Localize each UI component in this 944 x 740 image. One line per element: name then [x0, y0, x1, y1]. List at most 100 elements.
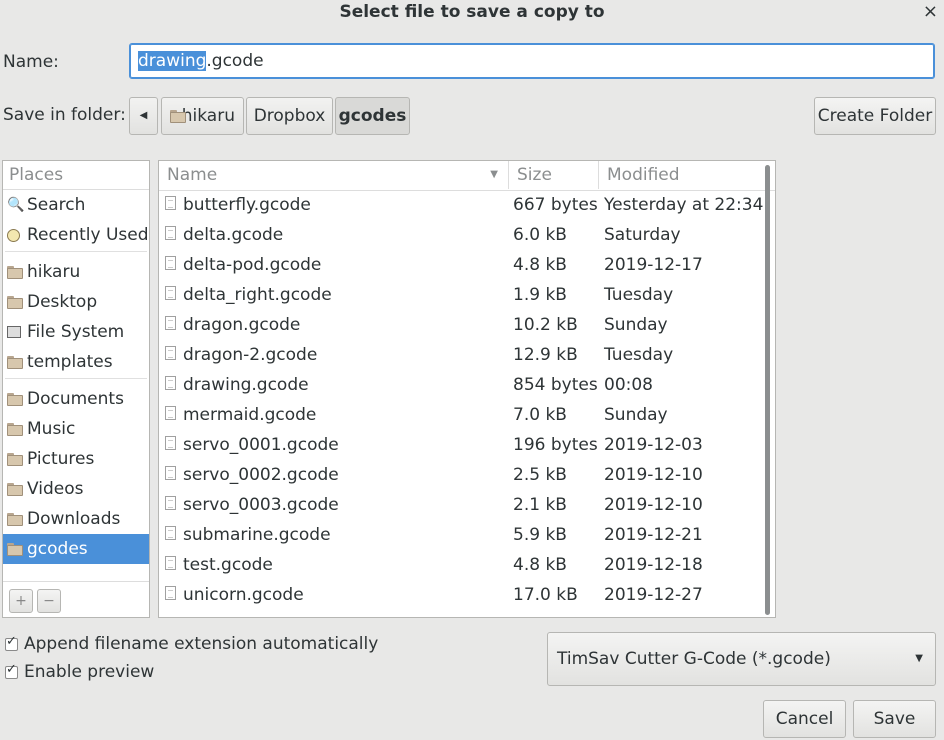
- file-modified: Sunday: [604, 405, 668, 425]
- file-row[interactable]: dragon-2.gcode 12.9 kB Tuesday: [159, 340, 764, 370]
- sidebar-item-desktop[interactable]: Desktop: [3, 287, 149, 317]
- sidebar-item-search[interactable]: 🔍 Search: [3, 190, 149, 220]
- file-name: servo_0002.gcode: [183, 465, 339, 485]
- file-icon: [165, 430, 184, 460]
- file-row[interactable]: drawing.gcode 854 bytes 00:08: [159, 370, 764, 400]
- file-icon: [165, 220, 184, 250]
- column-header-label: Size: [517, 165, 552, 185]
- file-row[interactable]: servo_0001.gcode 196 bytes 2019-12-03: [159, 430, 764, 460]
- file-icon: [165, 340, 184, 370]
- file-name: servo_0001.gcode: [183, 435, 339, 455]
- append-extension-checkbox[interactable]: Append filename extension automatically: [5, 634, 378, 654]
- sidebar-item-label: Desktop: [27, 292, 98, 312]
- file-row[interactable]: butterfly.gcode 667 bytes Yesterday at 22:…: [159, 190, 764, 220]
- file-icon: [165, 280, 184, 310]
- sidebar-item-gcodes[interactable]: gcodes: [3, 534, 149, 564]
- file-icon: [165, 490, 184, 520]
- sidebar-item-file-system[interactable]: File System: [3, 317, 149, 347]
- file-row[interactable]: dragon.gcode 10.2 kB Sunday: [159, 310, 764, 340]
- column-header-size[interactable]: Size: [509, 161, 599, 189]
- checkbox-checked-icon: [5, 634, 18, 651]
- file-row[interactable]: delta-pod.gcode 4.8 kB 2019-12-17: [159, 250, 764, 280]
- file-modified: Saturday: [604, 225, 681, 245]
- path-segment-hikaru[interactable]: hikaru: [161, 97, 244, 135]
- sidebar-item-recently-used[interactable]: Recently Used: [3, 220, 149, 250]
- checkbox-checked-icon: [5, 662, 18, 679]
- file-size: 196 bytes: [513, 435, 598, 455]
- folder-icon: [7, 542, 23, 556]
- file-rows: butterfly.gcode 667 bytes Yesterday at 22:…: [159, 190, 764, 617]
- file-modified: 2019-12-21: [604, 525, 703, 545]
- chevron-left-icon: ◀: [139, 110, 148, 121]
- file-icon: [165, 580, 184, 610]
- file-icon: [165, 190, 184, 220]
- drive-icon: [7, 326, 21, 338]
- path-segment-dropbox[interactable]: Dropbox: [246, 97, 333, 135]
- file-row[interactable]: servo_0003.gcode 2.1 kB 2019-12-10: [159, 490, 764, 520]
- file-row[interactable]: delta.gcode 6.0 kB Saturday: [159, 220, 764, 250]
- name-label: Name:: [3, 52, 59, 72]
- file-size: 10.2 kB: [513, 315, 578, 335]
- pictures-folder-icon: [7, 452, 23, 466]
- plus-icon: +: [15, 593, 27, 609]
- file-row[interactable]: delta_right.gcode 1.9 kB Tuesday: [159, 280, 764, 310]
- minus-icon: −: [43, 593, 55, 609]
- sidebar-item-documents[interactable]: Documents: [3, 384, 149, 414]
- file-row[interactable]: unicorn.gcode 17.0 kB 2019-12-27: [159, 580, 764, 610]
- folder-icon: [7, 392, 23, 406]
- sidebar-item-label: Downloads: [27, 509, 121, 529]
- sidebar-item-music[interactable]: Music: [3, 414, 149, 444]
- sidebar-item-hikaru[interactable]: hikaru: [3, 257, 149, 287]
- file-name: unicorn.gcode: [183, 585, 304, 605]
- file-row[interactable]: servo_0002.gcode 2.5 kB 2019-12-10: [159, 460, 764, 490]
- file-row[interactable]: mermaid.gcode 7.0 kB Sunday: [159, 400, 764, 430]
- path-back-button[interactable]: ◀: [129, 97, 158, 135]
- file-icon: [165, 550, 184, 580]
- file-modified: Tuesday: [604, 285, 674, 305]
- file-name: delta-pod.gcode: [183, 255, 322, 275]
- create-folder-button[interactable]: Create Folder: [814, 97, 936, 135]
- videos-folder-icon: [7, 482, 23, 496]
- file-name: dragon-2.gcode: [183, 345, 318, 365]
- file-size: 667 bytes: [513, 195, 598, 215]
- enable-preview-checkbox[interactable]: Enable preview: [5, 662, 154, 682]
- add-place-button[interactable]: +: [9, 589, 33, 613]
- column-header-modified[interactable]: Modified: [599, 161, 764, 189]
- file-row[interactable]: submarine.gcode 5.9 kB 2019-12-21: [159, 520, 764, 550]
- file-icon: [165, 250, 184, 280]
- file-size: 6.0 kB: [513, 225, 567, 245]
- column-header-name[interactable]: Name ▼: [159, 161, 509, 189]
- file-modified: 00:08: [604, 375, 653, 395]
- path-segment-gcodes[interactable]: gcodes: [335, 97, 410, 135]
- home-folder-icon: [7, 265, 23, 279]
- cancel-button[interactable]: Cancel: [763, 700, 846, 738]
- music-folder-icon: [7, 422, 23, 436]
- filename-extension-text: .gcode: [206, 51, 264, 71]
- close-icon[interactable]: ×: [923, 0, 938, 24]
- file-icon: [165, 460, 184, 490]
- file-icon: [165, 520, 184, 550]
- dropdown-arrow-icon: ▼: [915, 653, 923, 664]
- save-button[interactable]: Save: [853, 700, 936, 738]
- save-in-folder-label: Save in folder:: [3, 105, 126, 125]
- file-row[interactable]: test.gcode 4.8 kB 2019-12-18: [159, 550, 764, 580]
- sort-arrow-down-icon: ▼: [490, 169, 498, 180]
- sidebar-item-downloads[interactable]: Downloads: [3, 504, 149, 534]
- file-type-filter-dropdown[interactable]: TimSav Cutter G-Code (*.gcode) ▼: [547, 632, 936, 686]
- sidebar-item-label: Search: [27, 195, 86, 215]
- places-header: Places: [3, 161, 149, 190]
- file-size: 1.9 kB: [513, 285, 567, 305]
- downloads-folder-icon: [7, 512, 23, 526]
- filename-input[interactable]: drawing.gcode: [129, 43, 935, 79]
- file-size: 2.1 kB: [513, 495, 567, 515]
- sidebar-item-videos[interactable]: Videos: [3, 474, 149, 504]
- remove-place-button[interactable]: −: [37, 589, 61, 613]
- sidebar-item-label: Music: [27, 419, 76, 439]
- file-icon: [165, 310, 184, 340]
- file-list-scrollbar[interactable]: [765, 165, 770, 615]
- file-name: delta_right.gcode: [183, 285, 332, 305]
- file-name: dragon.gcode: [183, 315, 301, 335]
- sidebar-item-templates[interactable]: templates: [3, 347, 149, 377]
- file-modified: 2019-12-10: [604, 465, 703, 485]
- sidebar-item-pictures[interactable]: Pictures: [3, 444, 149, 474]
